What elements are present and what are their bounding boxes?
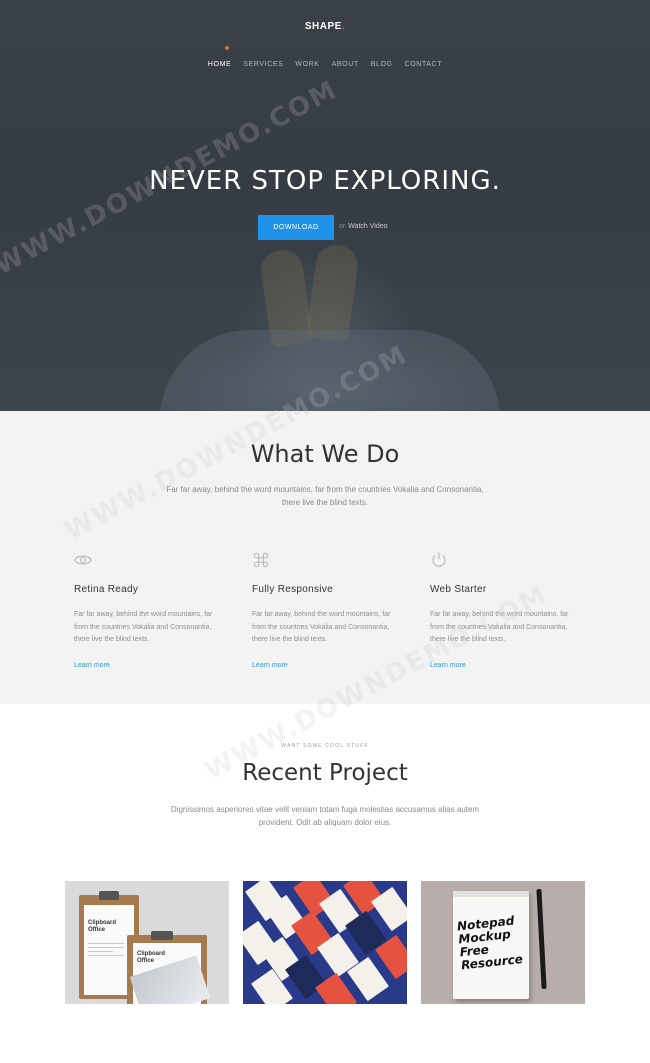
nav-item-home[interactable]: HOME [208,61,231,68]
feature-text: Far far away, behind the word mountains,… [252,611,391,643]
project-thumb-cards[interactable] [243,881,407,1004]
logo-text: SHAPE [304,21,342,32]
learn-more-link[interactable]: Learn more [430,662,580,669]
clipboard-clip [99,891,119,900]
recent-project-subtitle: Dignissimos asperiores vitae velit venia… [170,805,480,827]
feature-title: Retina Ready [74,584,139,595]
feature-retina-ready: Retina Ready Far far away, behind the wo… [74,551,224,669]
clipboard-lines [88,943,124,959]
clipboard-title-line-1: Clipboard [88,920,116,926]
nav-item-work[interactable]: WORK [295,61,319,68]
notepad: Notepad Mockup Free Resource [453,891,529,999]
learn-more-link[interactable]: Learn more [74,662,224,669]
hero-title: NEVER STOP EXPLORING. [149,166,501,196]
site-logo[interactable]: SHAPE. [0,21,650,32]
notepad-binding [453,891,529,897]
recent-project-kicker: WANT SOME COOL STUFF [281,743,369,749]
hero-section: SHAPE. HOME SERVICES WORK ABOUT BLOG CON… [0,0,650,411]
what-we-do-section: What We Do Far far away, behind the word… [0,411,650,704]
clipboard-front-title: Clipboard Office [137,951,165,965]
watch-video-link[interactable]: or Watch Video [339,223,388,230]
main-nav: HOME SERVICES WORK ABOUT BLOG CONTACT [0,61,650,68]
power-icon [432,552,446,567]
or-text: or [339,223,346,230]
section-title: What We Do [250,440,400,468]
section-subtitle: Far far away, behind the word mountains,… [166,485,484,507]
hero-background-legs [160,330,500,411]
logo-dot: . [341,21,346,32]
feature-fully-responsive: Fully Responsive Far far away, behind th… [252,551,402,669]
nav-item-services[interactable]: SERVICES [243,61,283,68]
project-thumb-notepad[interactable]: Notepad Mockup Free Resource [421,881,585,1004]
nav-item-blog[interactable]: BLOG [371,61,393,68]
project-thumb-clipboard[interactable]: Clipboard Office Clipboard Office [65,881,229,1004]
feature-text: Far far away, behind the word mountains,… [74,611,213,643]
notepad-lettering: Notepad Mockup Free Resource [456,914,527,973]
clipboard-title: Clipboard Office [88,920,116,934]
clipboard-front-title-line-1: Clipboard [137,951,165,957]
clipboard-front-title-line-2: Office [137,958,155,964]
nav-item-contact[interactable]: CONTACT [405,61,443,68]
download-button[interactable]: DOWNLOAD [258,215,334,240]
clipboard-title-line-2: Office [88,927,106,933]
nav-active-indicator [225,46,229,50]
eye-icon [74,555,92,565]
feature-title: Web Starter [430,584,487,595]
feature-title: Fully Responsive [252,584,333,595]
feature-web-starter: Web Starter Far far away, behind the wor… [430,551,580,669]
nav-item-about[interactable]: ABOUT [332,61,359,68]
hero-background-shoe-right [305,242,361,343]
watch-video-label: Watch Video [348,223,388,230]
pen [536,888,547,990]
recent-project-title: Recent Project [242,760,408,786]
feature-text: Far far away, behind the word mountains,… [430,611,569,643]
learn-more-link[interactable]: Learn more [252,662,402,669]
command-icon [253,552,269,568]
clipboard-front-clip [151,931,173,940]
